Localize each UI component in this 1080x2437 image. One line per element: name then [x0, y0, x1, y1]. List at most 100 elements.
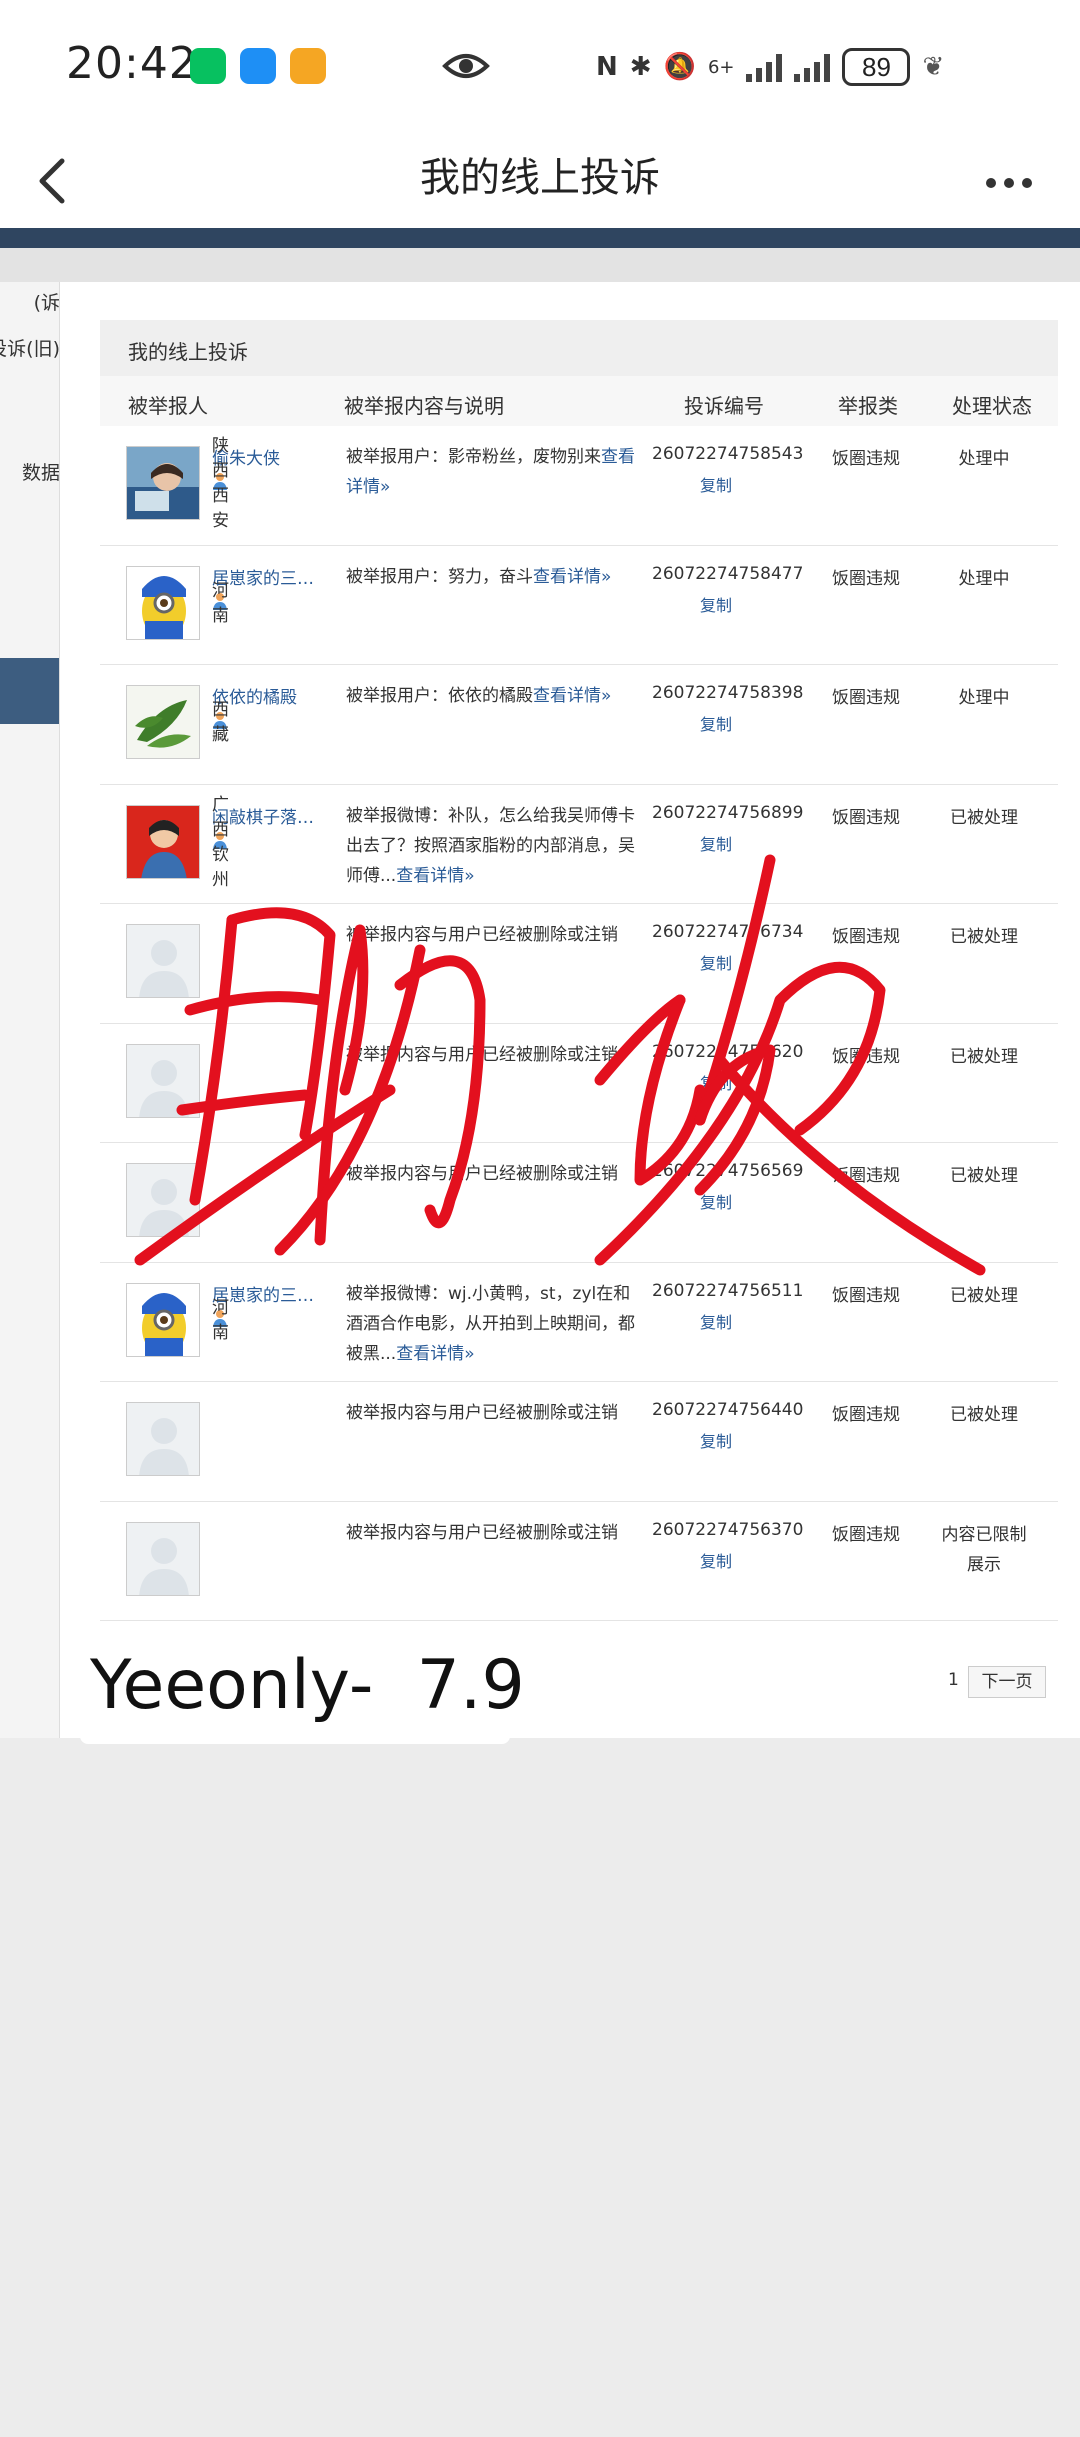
complaint-description: 被举报微博：补队，怎么给我吴师傅卡出去了？按照酒家脂粉的内部消息，吴师傅...查… — [346, 801, 638, 891]
avatar[interactable] — [126, 1282, 200, 1357]
complaint-description: 被举报内容与用户已经被删除或注销 — [346, 1398, 638, 1428]
table-row: 居崽家的三只猫 河南 被举报用户：努力，奋斗查看详情» 26072274758477 复… — [100, 546, 1058, 665]
complaint-description: 被举报内容与用户已经被删除或注销 — [346, 1518, 638, 1548]
watermark-text: Yeeonly- 7.9 — [90, 1646, 525, 1725]
table-row: 依依的橘殿 西藏 被举报用户：依依的橘殿查看详情» 26072274758398 复制饭… — [100, 665, 1058, 785]
complaint-category: 饭圈违规 — [832, 927, 900, 947]
avatar[interactable] — [126, 1402, 200, 1476]
copy-link[interactable]: 复制 — [700, 1309, 732, 1333]
copy-link[interactable]: 复制 — [700, 831, 732, 855]
complaint-description: 被举报用户：依依的橘殿查看详情» — [346, 681, 638, 711]
complaint-description: 被举报内容与用户已经被删除或注销 — [346, 1159, 638, 1189]
copy-link[interactable]: 复制 — [700, 1548, 732, 1572]
complaint-number: 26072274756370 — [652, 1519, 804, 1540]
table-row: 闲敲棋子落呱... 广西 钦州 被举报微博：补队，怎么给我吴师傅卡出去了？按照酒家脂… — [100, 785, 1058, 904]
complaint-category: 饭圈违规 — [832, 807, 900, 828]
location-text: 广西 钦州 — [212, 794, 229, 890]
reported-user-location: 河南 — [212, 1298, 229, 1343]
table-header: 被举报人 被举报内容与说明 投诉编号 举报类 处理状态 — [100, 376, 1058, 426]
more-options-icon[interactable] — [986, 161, 1046, 205]
battery-icon: 89 — [842, 48, 911, 86]
col-status: 处理状态 — [952, 394, 1032, 418]
table-row: 被举报内容与用户已经被删除或注销 26072274756440 复制 饭圈违规 已被处理 — [100, 1382, 1058, 1502]
status-badge: 已被处理 — [950, 1285, 1018, 1306]
avatar[interactable] — [126, 1521, 200, 1596]
next-page-button[interactable]: 下一页 — [968, 1666, 1046, 1698]
signal-icon — [746, 52, 783, 82]
copy-link[interactable]: 复制 — [700, 711, 732, 735]
avatar[interactable] — [126, 924, 200, 998]
page-number[interactable]: 1 — [948, 1670, 959, 1690]
avatar[interactable] — [126, 446, 200, 520]
view-details-link[interactable]: 查看详情» — [533, 686, 611, 706]
avatar[interactable] — [126, 685, 200, 759]
col-reported: 被举报人 — [128, 394, 208, 418]
location-text: 陕西 西安 — [212, 436, 229, 531]
avatar[interactable] — [126, 1043, 200, 1118]
eye-icon — [442, 54, 490, 78]
complaint-category: 饭圈违规 — [832, 1046, 900, 1067]
complaint-category: 饭圈违规 — [832, 449, 900, 469]
complaint-number: 26072274756734 — [652, 922, 804, 942]
description-text: 被举报内容与用户已经被删除或注销 — [346, 1403, 618, 1423]
copy-link[interactable]: 复制 — [700, 950, 732, 974]
leaf-icon: ❦ — [922, 52, 945, 82]
complaint-number: 26072274756899 — [652, 802, 804, 823]
copy-link[interactable]: 复制 — [700, 1070, 732, 1094]
sidebar-item-old-complaint[interactable]: 投诉(旧) — [0, 334, 59, 361]
complaint-description: 被举报用户：努力，奋斗查看详情» — [346, 562, 638, 592]
status-badge: 处理中 — [958, 688, 1010, 708]
complaint-description: 被举报内容与用户已经被删除或注销 — [346, 1040, 638, 1070]
copy-link[interactable]: 复制 — [700, 1428, 732, 1452]
page-title: 我的线上投诉 — [420, 155, 660, 201]
status-badge: 处理中 — [958, 568, 1010, 589]
sidebar-item-data[interactable]: 数据 — [0, 458, 59, 485]
table-row: 偷朱大侠 陕西 西安 被举报用户：影帝粉丝，废物别来查看详情» 26072274758… — [100, 426, 1058, 546]
description-text: 被举报微博：补队，怎么给我吴师傅卡出去了？按照酒家脂粉的内部消息，吴师傅... — [346, 805, 635, 886]
sidebar-item-complaint[interactable]: 诉) — [0, 288, 59, 315]
description-text: 被举报内容与用户已经被删除或注销 — [346, 1522, 618, 1543]
status-badge: 已被处理 — [950, 1046, 1018, 1067]
complaint-description: 被举报内容与用户已经被删除或注销 — [346, 920, 638, 950]
complaint-number: 26072274758543 — [652, 444, 804, 464]
sidebar-item-active[interactable] — [0, 658, 59, 724]
copy-link[interactable]: 复制 — [700, 1189, 732, 1213]
col-number: 投诉编号 — [684, 394, 764, 418]
signal-icon-2 — [794, 52, 831, 82]
status-badge: 已被处理 — [950, 807, 1018, 828]
view-details-link[interactable]: 查看详情» — [396, 866, 474, 886]
complaint-category: 饭圈违规 — [832, 1524, 900, 1545]
view-details-link[interactable]: 查看详情» — [533, 567, 611, 587]
complaint-category: 饭圈违规 — [832, 568, 900, 589]
complaint-number: 26072274756620 — [652, 1041, 804, 1062]
copy-link[interactable]: 复制 — [700, 592, 732, 616]
description-text: 被举报内容与用户已经被删除或注销 — [346, 1044, 618, 1065]
complaint-description: 被举报用户：影帝粉丝，废物别来查看详情» — [346, 442, 638, 502]
location-text: 河南 — [212, 580, 229, 626]
wifi-icon: 6+ — [707, 56, 735, 78]
mute-icon: 🔕 — [663, 52, 696, 82]
status-badge: 已被处理 — [950, 927, 1018, 947]
location-text: 河南 — [212, 1297, 229, 1343]
copy-link[interactable]: 复制 — [700, 472, 732, 496]
table-row: 居崽家的三只猫 河南 被举报微博：wj.小黄鸭，st，zyl在和酒酒合作电影，从开拍… — [100, 1263, 1058, 1382]
complaint-number: 26072274758477 — [652, 563, 804, 584]
description-text: 被举报用户：影帝粉丝，废物别来 — [346, 447, 601, 467]
status-bar: 20:42 N ✱ 🔕 6+ 89 ❦ — [0, 0, 1080, 135]
status-time: 20:42 — [66, 38, 198, 89]
complaint-list: 偷朱大侠 陕西 西安 被举报用户：影帝粉丝，废物别来查看详情» 26072274758… — [100, 426, 1058, 1621]
complaint-category: 饭圈违规 — [832, 1166, 900, 1186]
table-row: 被举报内容与用户已经被删除或注销 26072274756620 复制 饭圈违规 已被处理 — [100, 1024, 1058, 1143]
avatar[interactable] — [126, 1163, 200, 1237]
sidebar: 诉) 投诉(旧) 数据 — [0, 282, 60, 1738]
status-icons: N ✱ 🔕 6+ 89 ❦ — [596, 42, 944, 92]
status-badge: 处理中 — [958, 449, 1010, 469]
site-subheader-band — [0, 248, 1080, 282]
view-details-link[interactable]: 查看详情» — [396, 1344, 474, 1364]
complaint-category: 饭圈违规 — [832, 1405, 900, 1425]
complaint-number: 26072274756440 — [652, 1400, 804, 1420]
status-badge: 内容已限制展示 — [941, 1524, 1027, 1575]
avatar[interactable] — [126, 804, 200, 879]
description-text: 被举报内容与用户已经被删除或注销 — [346, 1164, 618, 1184]
avatar[interactable] — [126, 565, 200, 640]
